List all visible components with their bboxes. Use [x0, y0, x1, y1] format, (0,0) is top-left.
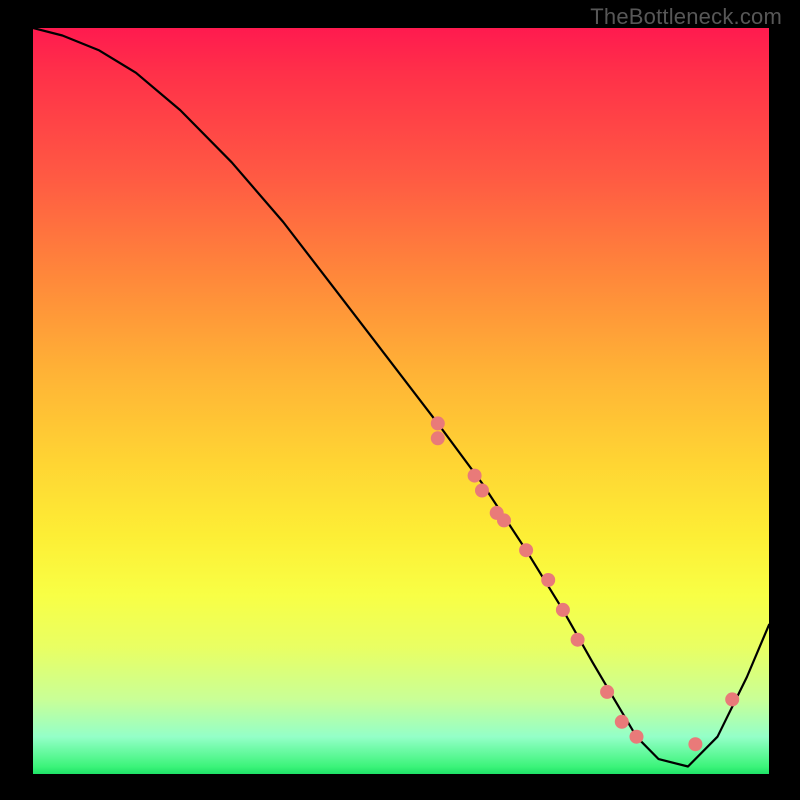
- highlight-point: [600, 685, 614, 699]
- bottleneck-curve: [33, 28, 769, 767]
- watermark-text: TheBottleneck.com: [590, 4, 782, 30]
- highlight-point: [615, 715, 629, 729]
- highlight-point: [541, 573, 555, 587]
- highlight-point: [475, 484, 489, 498]
- highlight-point: [431, 431, 445, 445]
- highlight-point: [497, 513, 511, 527]
- highlight-point: [725, 692, 739, 706]
- chart-container: TheBottleneck.com: [0, 0, 800, 800]
- highlight-point: [571, 633, 585, 647]
- highlight-point: [468, 469, 482, 483]
- highlight-point: [630, 730, 644, 744]
- curve-svg: [33, 28, 769, 774]
- highlight-point: [688, 737, 702, 751]
- highlight-points: [431, 416, 739, 751]
- highlight-point: [431, 416, 445, 430]
- plot-area: [33, 28, 769, 774]
- highlight-point: [519, 543, 533, 557]
- highlight-point: [556, 603, 570, 617]
